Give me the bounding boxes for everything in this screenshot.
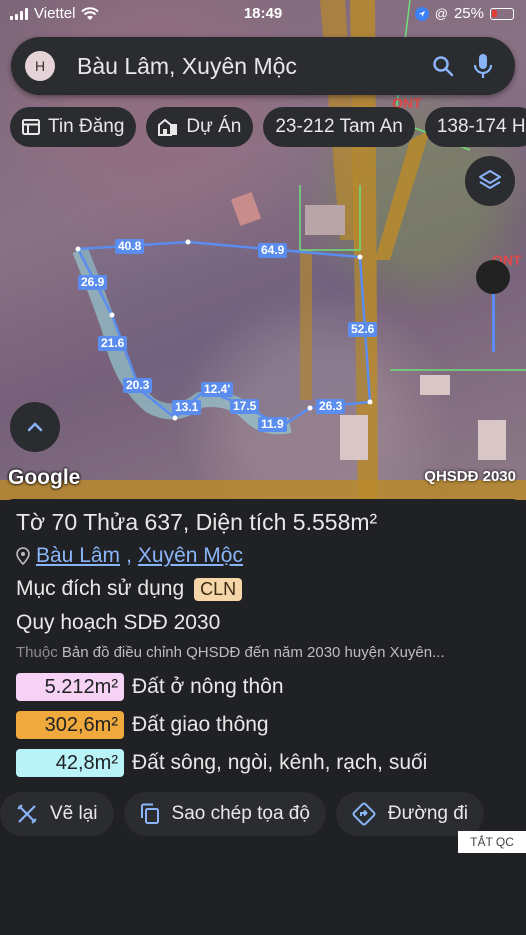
battery-percent: 25% [453,5,484,22]
segment-length-label: 13.1 [172,400,202,415]
chip-label: 138-174 H [436,116,526,137]
plan-source-text: Bản đồ điều chỉnh QHSDĐ đến năm 2030 huy… [61,644,445,661]
layers-icon [479,170,501,189]
building [420,375,450,395]
segment-length-label: 12.4' [201,382,234,397]
action-buttons: Vẽ lại Sao chép tọa độ Đường đi [0,792,526,836]
copy-coordinates-label: Sao chép tọa độ [171,803,310,824]
segment-length-label: 40.8 [115,239,145,254]
directions-icon [352,802,376,826]
area-value: 5.212m² [16,673,124,701]
segment-length-label: 17.5 [230,399,260,414]
segment-length-label: 20.3 [123,378,153,393]
chip-du-an[interactable]: Dự Án [146,107,254,147]
copy-icon [140,803,159,824]
road-diagonal [375,130,430,260]
directions-button[interactable]: Đường đi [335,792,485,836]
area-row: 5.212m² Đất ở nông thôn [16,673,284,701]
opacity-slider-knob[interactable] [476,260,510,294]
area-row: 302,6m² Đất giao thông [16,711,269,739]
plan-label: Quy hoạch SDĐ 2030 [16,611,221,634]
building [305,205,345,235]
filter-chips: Tin Đăng Dự Án 23-212 Tam An 138-174 H [10,107,526,147]
layers-button[interactable] [465,156,515,206]
area-label: Đất sông, ngòi, kênh, rạch, suối [132,751,428,774]
parcel-info-sheet: Tờ 70 Thửa 637, Diện tích 5.558m² Bàu Lâ… [0,499,526,935]
segment-length-label: 11.9 [258,417,287,432]
alarm-icon: @ [434,6,448,21]
chip-label: Tin Đăng [48,116,125,137]
avatar[interactable]: H [25,51,55,81]
newspaper-icon [22,119,40,135]
voice-search-button[interactable] [463,46,503,86]
area-value: 302,6m² [16,711,124,739]
redraw-label: Vẽ lại [50,803,98,824]
commune-link[interactable]: Bàu Lâm [36,544,120,568]
location-arrow-icon [414,6,429,21]
ruler-pencil-icon [17,804,37,824]
redraw-button[interactable]: Vẽ lại [0,792,114,836]
copy-coordinates-button[interactable]: Sao chép tọa độ [123,792,326,836]
chip-label: Dự Án [186,116,242,137]
land-purpose: Mục đích sử dụng CLN [16,577,243,601]
battery-icon [490,7,514,20]
area-label: Đất ở nông thôn [132,675,284,698]
building [340,415,368,460]
purpose-code-badge: CLN [194,577,243,601]
map-view[interactable]: ONT ONT 40.8 64.9 26.9 21.6 52.6 20.3 12… [0,0,526,500]
area-label: Đất giao thông [132,713,269,736]
plan-source: Thuộc Bản đồ điều chỉnh QHSDĐ đến năm 20… [16,644,524,661]
search-bar[interactable]: H Bàu Lâm, Xuyên Mộc [11,37,515,95]
expand-button[interactable] [10,402,60,452]
search-icon [433,56,454,77]
parcel-address: Bàu Lâm, Xuyên Mộc [16,544,243,568]
district-link[interactable]: Xuyên Mộc [138,544,243,568]
microphone-icon [473,54,493,78]
segment-length-label: 64.9 [258,243,288,258]
area-row: 42,8m² Đất sông, ngòi, kênh, rạch, suối [16,749,427,777]
parcel-title: Tờ 70 Thửa 637, Diện tích 5.558m² [16,509,378,535]
building-icon [158,118,178,136]
search-input[interactable]: Bàu Lâm, Xuyên Mộc [77,53,423,80]
chip-location-2[interactable]: 138-174 H [424,107,526,147]
chip-label: 23-212 Tam An [275,116,403,137]
chevron-up-icon [27,422,43,432]
plan-source-prefix: Thuộc [16,644,58,661]
hide-ads-button[interactable]: TẮT QC [458,831,526,853]
segment-length-label: 52.6 [348,322,378,337]
map-layer-label: QHSDĐ 2030 [424,468,516,485]
purpose-label: Mục đích sử dụng [16,577,185,600]
google-logo: Google [8,466,81,489]
segment-length-label: 26.9 [78,275,108,290]
building [478,420,506,460]
location-pin-icon [16,547,30,565]
chip-tin-dang[interactable]: Tin Đăng [10,107,137,147]
search-button[interactable] [423,46,463,86]
building [230,192,262,226]
segment-length-label: 21.6 [98,336,128,351]
chip-location-1[interactable]: 23-212 Tam An [263,107,415,147]
area-value: 42,8m² [16,749,124,777]
status-bar: Viettel 18:49 @ 25% [0,0,526,28]
directions-label: Đường đi [387,803,469,824]
segment-length-label: 26.3 [316,399,346,414]
